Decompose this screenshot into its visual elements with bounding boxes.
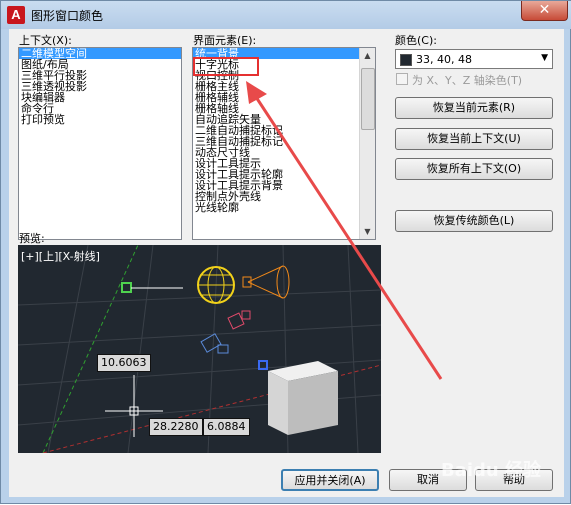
dim-input-1: 10.6063 [97,354,151,372]
restore-context-button[interactable]: 恢复当前上下文(U) [395,128,553,150]
chevron-down-icon: ▼ [541,53,548,63]
context-item[interactable]: 打印预览 [19,114,181,125]
dialog-body: 上下文(X): 二维模型空间 图纸/布局 三维平行投影 三维透视投影 块编辑器 命令行 打印… [9,29,564,497]
element-item[interactable]: 光线轮廓 [193,202,375,213]
elements-scrollbar[interactable]: ▲ ▼ [359,48,375,239]
restore-element-button[interactable]: 恢复当前元素(R) [395,97,553,119]
color-swatch [400,54,412,66]
watermark: Baidu 经验 [441,460,542,481]
window-title: 图形窗口颜色 [31,9,104,23]
tint-axes-label: 为 X、Y、Z 轴染色(T) [412,74,523,87]
color-label: 颜色(C): [395,34,437,47]
scroll-thumb[interactable] [361,68,375,130]
scroll-down-icon[interactable]: ▼ [360,224,375,239]
tint-axes-checkbox[interactable] [396,73,408,85]
preview-label: 预览: [19,232,45,245]
dim-input-2: 28.2280 [149,418,203,436]
preview-viewport: [+][上][X-射线] 10.6063 28.2280 6.0884 [18,245,381,453]
elements-label: 界面元素(E): [193,34,257,47]
color-value: 33, 40, 48 [416,53,472,66]
close-button[interactable]: ✕ [521,1,568,21]
title-bar[interactable]: A 图形窗口颜色 ✕ [1,1,571,29]
context-label: 上下文(X): [19,34,72,47]
dim-input-3: 6.0884 [203,418,250,436]
context-listbox[interactable]: 二维模型空间 图纸/布局 三维平行投影 三维透视投影 块编辑器 命令行 打印预览 [18,47,182,240]
viewport-controls-label[interactable]: [+][上][X-射线] [21,248,100,264]
autocad-app-icon: A [7,6,25,24]
dialog-window: A 图形窗口颜色 ✕ 上下文(X): 二维模型空间 图纸/布局 三维平行投影 三维透视… [0,0,571,504]
elements-listbox[interactable]: 统一背景 十字光标 视口控制 栅格主线 栅格辅线 栅格轴线 自动追踪矢量 二维自动捕捉标记 三维… [192,47,376,240]
restore-all-button[interactable]: 恢复所有上下文(O) [395,158,553,180]
apply-close-button[interactable]: 应用并关闭(A) [281,469,379,491]
restore-classic-button[interactable]: 恢复传统颜色(L) [395,210,553,232]
scroll-up-icon[interactable]: ▲ [360,48,375,63]
color-dropdown[interactable]: 33, 40, 48 ▼ [395,49,553,69]
